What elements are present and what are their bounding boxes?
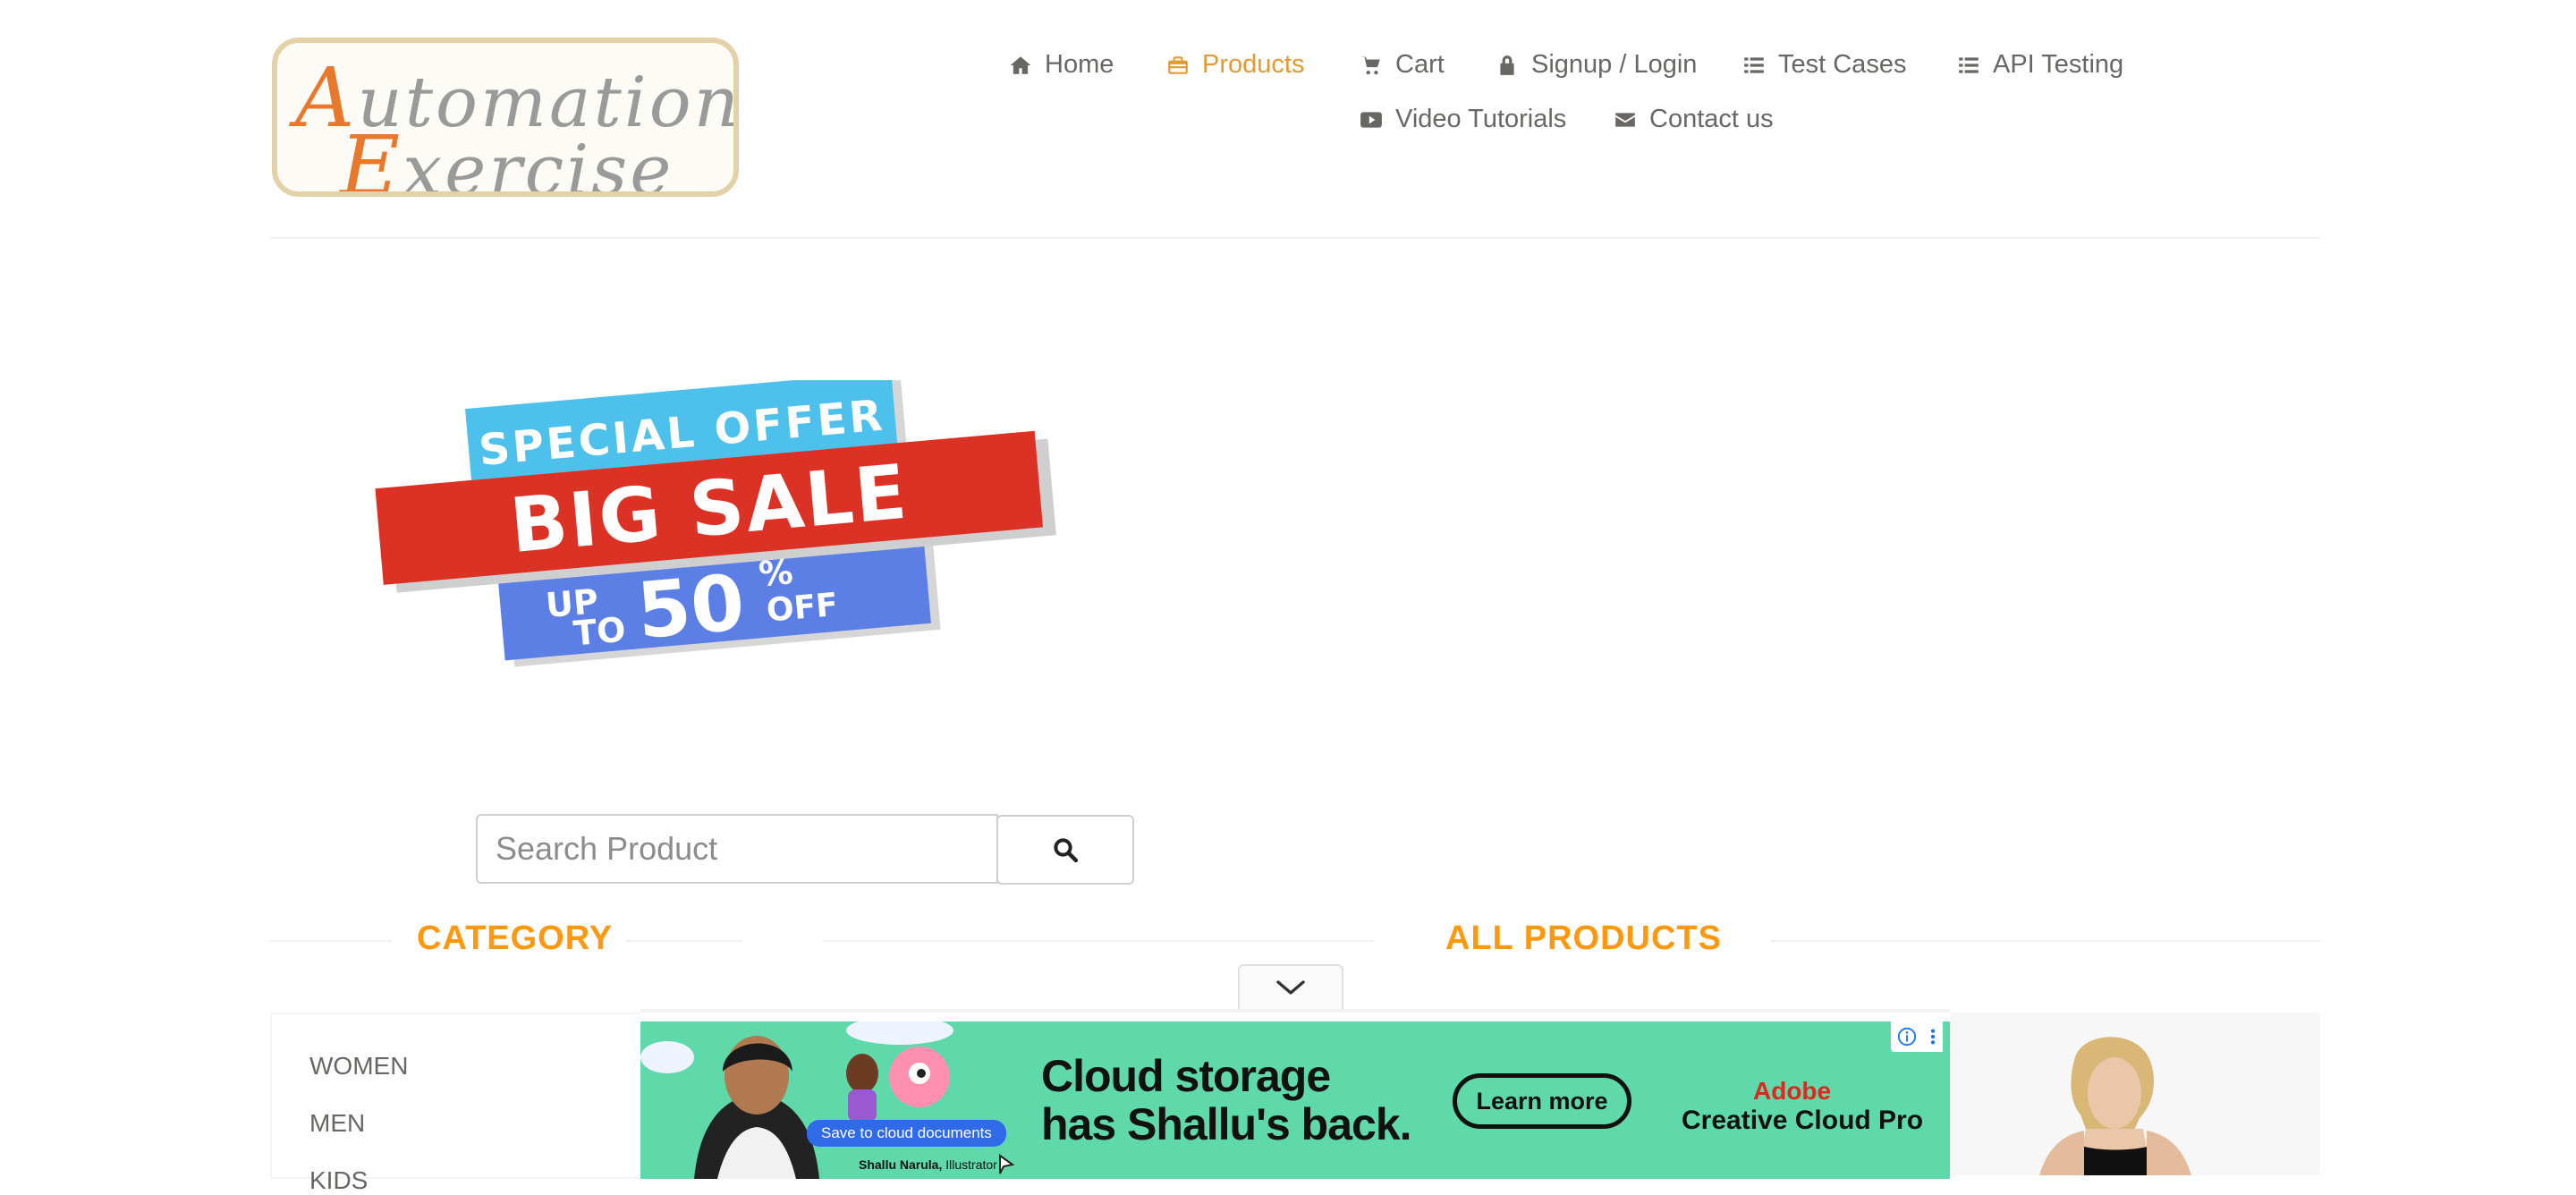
ad-credit: Shallu Narula, Illustrator: [859, 1157, 997, 1172]
category-rule-left: [270, 940, 392, 942]
category-rule-right: [626, 940, 742, 942]
products-rule-right: [1771, 940, 2320, 942]
chevron-down-icon: [1276, 980, 1305, 995]
info-icon[interactable]: [1897, 1027, 1917, 1047]
ad-pill: Save to cloud documents: [807, 1120, 1006, 1147]
nav-contact-us[interactable]: Contact us: [1614, 105, 1774, 134]
list-icon: [1959, 56, 1979, 73]
ad-learn-more-button[interactable]: Learn more: [1453, 1073, 1631, 1129]
category-item-men[interactable]: MEN: [309, 1109, 365, 1138]
nav-products[interactable]: Products: [1166, 50, 1304, 80]
category-item-women[interactable]: WOMEN: [309, 1052, 408, 1081]
ad-collapse-button[interactable]: [1238, 964, 1343, 1009]
cart-icon: [1360, 55, 1380, 74]
site-logo[interactable]: Automation Exercise: [272, 38, 739, 197]
product-card[interactable]: [1914, 1013, 2320, 1175]
nav-signup-login[interactable]: Signup / Login: [1496, 50, 1697, 80]
search-icon: [1054, 838, 1079, 863]
ad-headline: Cloud storage has Shallu's back.: [1041, 1051, 1412, 1149]
nav-test-cases[interactable]: Test Cases: [1742, 50, 1906, 80]
list-icon: [1744, 56, 1764, 73]
banner-text-percent: %: [757, 552, 794, 594]
nav-cart[interactable]: Cart: [1360, 50, 1445, 80]
ad-banner[interactable]: Save to cloud documents Shallu Narula, I…: [640, 1009, 1950, 1179]
lock-icon: [1500, 55, 1514, 75]
products-rule-left: [823, 940, 1374, 942]
envelope-icon: [1615, 112, 1635, 127]
more-vert-icon[interactable]: [1929, 1027, 1936, 1047]
home-icon: [1010, 55, 1031, 74]
nav-api-testing[interactable]: API Testing: [1957, 50, 2123, 80]
site-header: Automation Exercise Home Products Cart S…: [0, 0, 2576, 238]
special-offer-banner[interactable]: SPECIAL OFFER BIG SALE UP TO 50 % OFF: [369, 380, 1070, 702]
product-image: [2039, 1037, 2191, 1175]
header-divider: [270, 237, 2320, 239]
briefcase-icon: [1168, 55, 1188, 74]
nav-video-tutorials[interactable]: Video Tutorials: [1360, 105, 1566, 134]
ad-illustration: [640, 1021, 1015, 1179]
category-item-kids[interactable]: KIDS: [309, 1166, 368, 1195]
category-panel: WOMEN MEN KIDS: [270, 1013, 646, 1194]
ad-brand-product: Creative Cloud Pro: [1682, 1106, 1924, 1135]
nav-home[interactable]: Home: [1009, 50, 1114, 80]
banner-text-off: OFF: [765, 587, 839, 630]
search-input[interactable]: [476, 814, 998, 884]
youtube-play-icon: [1360, 111, 1382, 128]
logo-line-2: Exercise: [340, 118, 674, 197]
ad-choices[interactable]: [1891, 1021, 1943, 1052]
banner-text-50: 50: [633, 558, 748, 657]
banner-text-to: TO: [572, 610, 627, 654]
all-products-title: ALL PRODUCTS: [1445, 920, 1722, 957]
ad-creative[interactable]: Save to cloud documents Shallu Narula, I…: [640, 1021, 1950, 1179]
search-button[interactable]: [996, 815, 1134, 885]
category-title: CATEGORY: [417, 920, 614, 957]
ad-brand-adobe: Adobe: [1753, 1077, 1832, 1105]
